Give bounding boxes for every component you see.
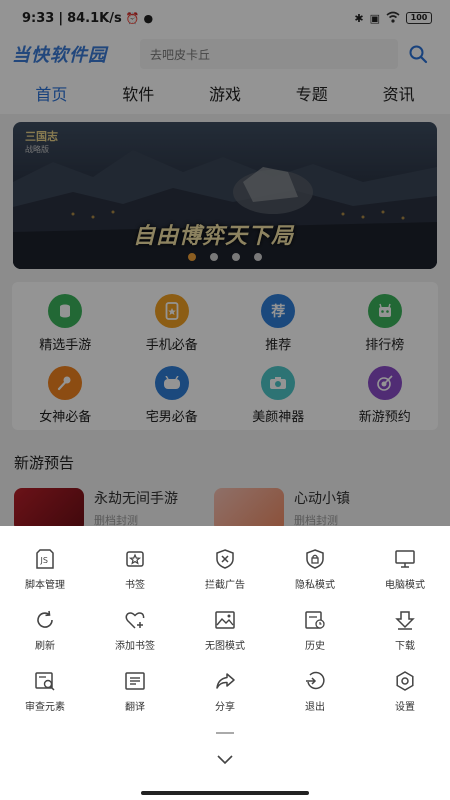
download-icon	[395, 611, 415, 630]
menu-label: 历史	[305, 641, 325, 652]
block-ad-icon	[216, 549, 234, 569]
menu-label: 添加书签	[115, 641, 155, 652]
chevron-down-icon[interactable]	[214, 753, 236, 767]
menu-refresh[interactable]: 刷新	[0, 609, 90, 670]
modal-backdrop[interactable]	[0, 0, 450, 526]
history-icon	[305, 611, 325, 629]
menu-block-ads[interactable]: 拦截广告	[180, 548, 270, 609]
home-indicator[interactable]	[141, 791, 309, 795]
menu-share[interactable]: 分享	[180, 670, 270, 731]
menu-private-mode[interactable]: 隐私模式	[270, 548, 360, 609]
menu-grid: JS 脚本管理 书签 拦截广告 隐私模式 电脑模式 刷新 添加书签 无图模式 历…	[0, 548, 450, 731]
heart-plus-icon	[125, 612, 145, 629]
settings-icon	[396, 671, 414, 691]
menu-inspect-element[interactable]: 审查元素	[0, 670, 90, 731]
image-icon	[215, 611, 235, 629]
menu-bookmarks[interactable]: 书签	[90, 548, 180, 609]
exit-icon	[306, 671, 325, 690]
menu-label: 分享	[215, 702, 235, 713]
menu-label: 翻译	[125, 702, 145, 713]
svg-text:JS: JS	[40, 556, 48, 565]
menu-exit[interactable]: 退出	[270, 670, 360, 731]
menu-label: 退出	[305, 702, 325, 713]
menu-desktop-mode[interactable]: 电脑模式	[360, 548, 450, 609]
script-icon: JS	[36, 549, 54, 569]
translate-icon	[125, 672, 145, 690]
menu-label: 无图模式	[205, 641, 245, 652]
menu-label: 隐私模式	[295, 580, 335, 591]
bookmark-icon	[126, 551, 144, 567]
drag-handle[interactable]	[216, 732, 234, 734]
monitor-icon	[395, 550, 415, 568]
browser-menu-sheet: JS 脚本管理 书签 拦截广告 隐私模式 电脑模式 刷新 添加书签 无图模式 历…	[0, 526, 450, 800]
menu-downloads[interactable]: 下载	[360, 609, 450, 670]
menu-label: 拦截广告	[205, 580, 245, 591]
menu-label: 电脑模式	[385, 580, 425, 591]
menu-label: 设置	[395, 702, 415, 713]
menu-history[interactable]: 历史	[270, 609, 360, 670]
menu-label: 审查元素	[25, 702, 65, 713]
menu-label: 刷新	[35, 641, 55, 652]
menu-add-bookmark[interactable]: 添加书签	[90, 609, 180, 670]
menu-no-image-mode[interactable]: 无图模式	[180, 609, 270, 670]
menu-translate[interactable]: 翻译	[90, 670, 180, 731]
inspect-icon	[35, 672, 55, 691]
lock-icon	[306, 549, 324, 569]
refresh-icon	[37, 610, 53, 628]
menu-label: 下载	[395, 641, 415, 652]
share-icon	[216, 673, 235, 689]
menu-script-manager[interactable]: JS 脚本管理	[0, 548, 90, 609]
menu-settings[interactable]: 设置	[360, 670, 450, 731]
menu-label: 书签	[125, 580, 145, 591]
menu-label: 脚本管理	[25, 580, 65, 591]
